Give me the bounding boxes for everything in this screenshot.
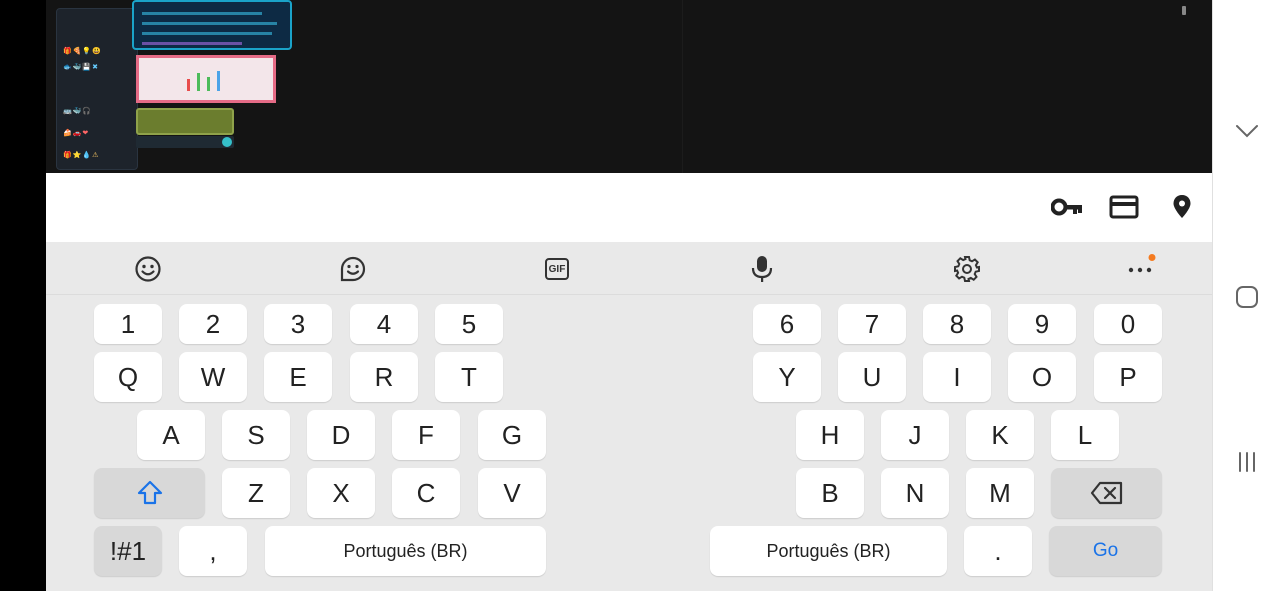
recents-icon[interactable]	[1231, 446, 1263, 478]
autofill-bar	[46, 173, 1212, 242]
game-thumbnail-card[interactable]	[136, 55, 276, 103]
go-key[interactable]: Go	[1049, 526, 1162, 576]
sticker-icon[interactable]	[338, 254, 368, 284]
navigation-bar	[1212, 0, 1280, 591]
key-z[interactable]: Z	[222, 468, 290, 518]
symbols-key[interactable]: !#1	[94, 526, 162, 576]
key-p[interactable]: P	[1094, 352, 1162, 402]
key-icon[interactable]	[1051, 195, 1083, 219]
key-i[interactable]: I	[923, 352, 991, 402]
backspace-key[interactable]	[1051, 468, 1162, 518]
key-1[interactable]: 1	[94, 304, 162, 344]
screen: 🎁🍕💡😃 🐟🐳💾✖ 🚌🐳🎧 🍰🚗❤ 🎁⭐💧⚠ GIF 1 2 3 4 5 6 7…	[0, 0, 1280, 591]
key-e[interactable]: E	[264, 352, 332, 402]
thumbnail-emoji-row: 🐟🐳💾✖	[63, 64, 100, 71]
more-icon[interactable]	[1126, 254, 1156, 284]
key-d[interactable]: D	[307, 410, 375, 460]
comma-key[interactable]: ,	[179, 526, 247, 576]
app-divider	[682, 0, 683, 173]
key-9[interactable]: 9	[1008, 304, 1076, 344]
thumbnail-emoji-row: 🎁🍕💡😃	[63, 48, 102, 55]
key-r[interactable]: R	[350, 352, 418, 402]
thumbnail-bar	[207, 77, 210, 91]
key-m[interactable]: M	[966, 468, 1034, 518]
key-3[interactable]: 3	[264, 304, 332, 344]
chevron-down-icon[interactable]	[1231, 115, 1263, 147]
key-8[interactable]: 8	[923, 304, 991, 344]
key-g[interactable]: G	[478, 410, 546, 460]
key-q[interactable]: Q	[94, 352, 162, 402]
thumbnail-line	[142, 42, 242, 45]
period-key[interactable]: .	[964, 526, 1032, 576]
gif-icon[interactable]: GIF	[542, 254, 572, 284]
thumbnail-bar	[187, 79, 190, 91]
thumbnail-emoji-row: 🍰🚗❤	[63, 130, 90, 137]
key-7[interactable]: 7	[838, 304, 906, 344]
key-a[interactable]: A	[137, 410, 205, 460]
space-bar-left[interactable]: Português (BR)	[265, 526, 546, 576]
thumbnail-bar	[197, 73, 200, 91]
key-j[interactable]: J	[881, 410, 949, 460]
thumbnail-emoji-row: 🚌🐳🎧	[63, 108, 93, 115]
game-thumbnail-header[interactable]	[132, 0, 292, 50]
key-6[interactable]: 6	[753, 304, 821, 344]
key-0[interactable]: 0	[1094, 304, 1162, 344]
app-content-area: 🎁🍕💡😃 🐟🐳💾✖ 🚌🐳🎧 🍰🚗❤ 🎁⭐💧⚠	[46, 0, 1212, 173]
key-k[interactable]: K	[966, 410, 1034, 460]
thumbnail-emoji-row: 🎁⭐💧⚠	[63, 152, 100, 159]
key-n[interactable]: N	[881, 468, 949, 518]
key-x[interactable]: X	[307, 468, 375, 518]
emoji-icon[interactable]	[133, 254, 163, 284]
thumbnail-line	[142, 12, 262, 15]
key-o[interactable]: O	[1008, 352, 1076, 402]
shift-icon	[137, 480, 162, 505]
key-l[interactable]: L	[1051, 410, 1119, 460]
location-icon[interactable]	[1166, 195, 1198, 219]
game-thumbnail-input[interactable]	[136, 136, 234, 148]
key-c[interactable]: C	[392, 468, 460, 518]
notification-dot	[1148, 254, 1156, 261]
key-h[interactable]: H	[796, 410, 864, 460]
key-s[interactable]: S	[222, 410, 290, 460]
game-thumbnail-panel[interactable]: 🎁🍕💡😃 🐟🐳💾✖ 🚌🐳🎧 🍰🚗❤ 🎁⭐💧⚠	[56, 8, 138, 170]
key-y[interactable]: Y	[753, 352, 821, 402]
key-t[interactable]: T	[435, 352, 503, 402]
key-w[interactable]: W	[179, 352, 247, 402]
game-thumbnail-chat[interactable]	[136, 108, 234, 135]
shift-key[interactable]	[94, 468, 205, 518]
microphone-icon[interactable]	[747, 254, 777, 284]
key-f[interactable]: F	[392, 410, 460, 460]
thumbnail-bar	[217, 71, 220, 91]
keyboard: G I F 1 2 3 4 5 6 7 8 9 0 Q W E R T Y U I …	[46, 242, 1212, 591]
key-b[interactable]: B	[796, 468, 864, 518]
key-5[interactable]: 5	[435, 304, 503, 344]
keyboard-toolbar: GIF	[46, 242, 1212, 295]
home-icon[interactable]	[1231, 281, 1263, 313]
game-thumbnail-send[interactable]	[222, 137, 232, 147]
key-v[interactable]: V	[478, 468, 546, 518]
gif-label: GIF	[545, 258, 569, 280]
battery-icon	[1182, 6, 1186, 15]
thumbnail-line	[142, 32, 272, 35]
backspace-icon	[1090, 481, 1122, 505]
key-u[interactable]: U	[838, 352, 906, 402]
left-bezel	[0, 0, 46, 591]
space-bar-right[interactable]: Português (BR)	[710, 526, 947, 576]
settings-icon[interactable]	[952, 254, 982, 284]
thumbnail-line	[142, 22, 277, 25]
card-icon[interactable]	[1108, 195, 1140, 219]
key-4[interactable]: 4	[350, 304, 418, 344]
key-2[interactable]: 2	[179, 304, 247, 344]
